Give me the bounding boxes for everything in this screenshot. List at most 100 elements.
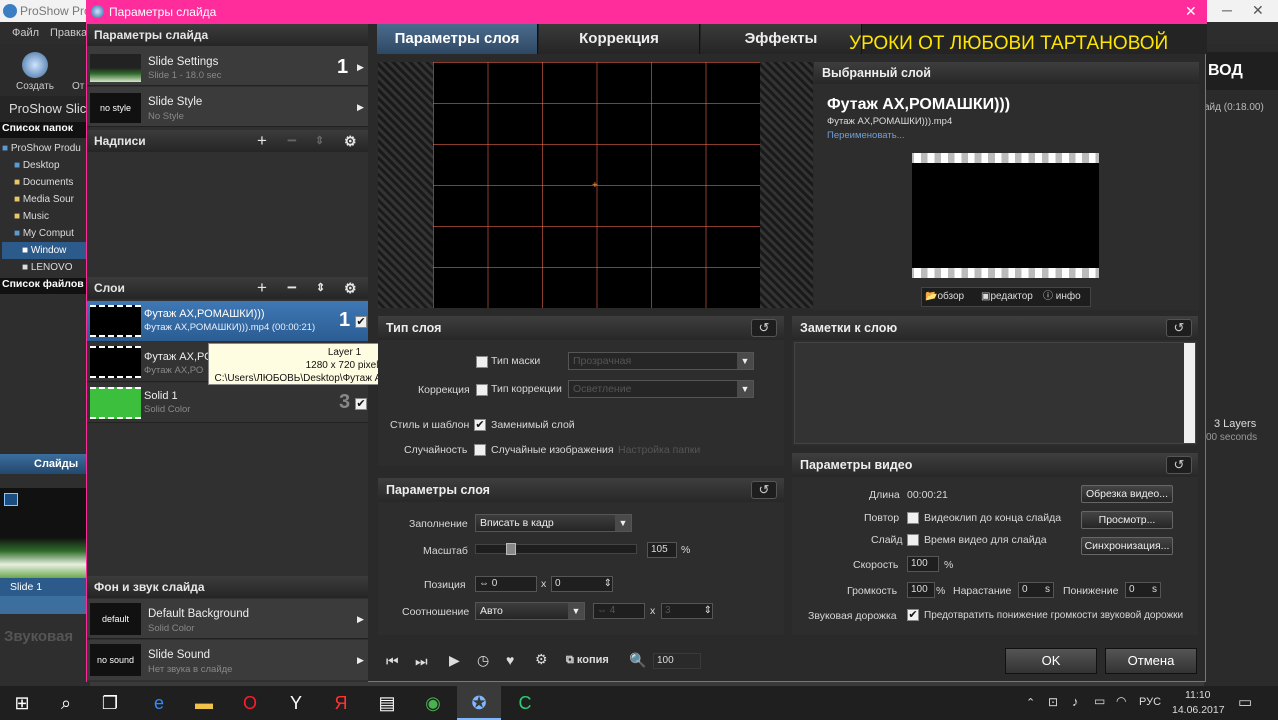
fill-select[interactable]: Вписать в кадр ▼ — [475, 514, 632, 532]
layer-visible-checkbox[interactable]: ✔ — [355, 316, 367, 328]
folder-item[interactable]: ■ Media Sour — [2, 191, 90, 208]
reset-icon[interactable]: ↺ — [1166, 319, 1192, 337]
play-icon[interactable]: ▶ — [449, 652, 460, 669]
scale-input[interactable]: 105 — [647, 542, 677, 558]
replaceable-checkbox[interactable]: ✔ — [474, 419, 486, 431]
fadeout-input[interactable]: 0s — [1125, 582, 1161, 598]
position-y-input[interactable]: 0 ⇕ — [551, 576, 613, 592]
yandex-icon[interactable]: Я — [319, 686, 363, 720]
scale-slider-thumb[interactable] — [506, 543, 516, 555]
ratio-w-input[interactable]: ⇔ 4 — [593, 603, 645, 619]
tray-volume-icon[interactable]: ♪ — [1072, 694, 1079, 709]
tray-network-icon[interactable]: ⊡ — [1048, 695, 1058, 709]
task-view-icon[interactable]: ❐ — [88, 686, 132, 720]
ratio-h-input[interactable]: 3 ⇕ — [661, 603, 713, 619]
previous-slide-icon[interactable]: ⏮ — [386, 653, 399, 670]
folder-item[interactable]: ■ My Comput — [2, 225, 90, 242]
editor-button[interactable]: ▣редактор — [981, 288, 1033, 306]
trim-video-button[interactable]: Обрезка видео... — [1081, 485, 1173, 503]
remove-layer-icon[interactable]: − — [287, 277, 297, 299]
mask-type-select[interactable]: Прозрачная ▼ — [568, 352, 754, 370]
create-icon[interactable] — [22, 52, 48, 78]
remove-caption-icon[interactable]: − — [287, 130, 297, 152]
zoom-input[interactable]: 100 — [653, 653, 701, 669]
random-checkbox[interactable] — [474, 444, 486, 456]
timer-icon[interactable]: ◷ — [477, 652, 489, 669]
add-layer-icon[interactable]: + — [257, 277, 267, 299]
tab-correction[interactable]: Коррекция — [539, 24, 700, 54]
zoom-icon[interactable]: 🔍 — [629, 652, 646, 669]
copy-button[interactable]: ⧉ копия — [566, 654, 609, 667]
clock-time[interactable]: 11:10 — [1185, 689, 1211, 701]
reset-icon[interactable]: ↺ — [751, 319, 777, 337]
ratio-select[interactable]: Авто ▼ — [475, 602, 585, 620]
close-icon[interactable]: ✕ — [1252, 2, 1264, 19]
reorder-icon[interactable]: ⇕ — [315, 130, 324, 152]
gear-icon[interactable]: ⚙ — [344, 277, 357, 299]
close-icon[interactable]: ✕ — [1185, 3, 1197, 20]
gear-icon[interactable]: ⚙ — [535, 651, 548, 668]
slide-settings-row[interactable]: Slide Settings Slide 1 - 18.0 sec 1 ▶ — [87, 46, 368, 86]
correction-type-select[interactable]: Осветление ▼ — [568, 380, 754, 398]
chevron-right-icon[interactable]: ▶ — [357, 62, 364, 73]
background-row[interactable]: default Default Background Solid Color ▶ — [87, 599, 368, 639]
reset-icon[interactable]: ↺ — [1166, 456, 1192, 474]
layer-row-1[interactable]: Футаж АХ,РОМАШКИ))) Футаж АХ,РОМАШКИ))).… — [87, 301, 368, 341]
folder-item[interactable]: ■ Desktop — [2, 157, 90, 174]
folder-settings-link[interactable]: Настройка папки — [618, 444, 700, 456]
menu-edit[interactable]: Правка — [50, 27, 87, 39]
sound-row[interactable]: no sound Slide Sound Нет звука в слайде … — [87, 640, 368, 680]
track-checkbox[interactable]: ✔ — [907, 609, 919, 621]
tab-effects[interactable]: Эффекты — [701, 24, 862, 54]
camtasia-icon[interactable]: C — [503, 686, 547, 720]
speed-input[interactable]: 100 — [907, 556, 939, 572]
chevron-right-icon[interactable]: ▶ — [357, 655, 364, 666]
tab-layer-params[interactable]: Параметры слоя — [377, 24, 538, 54]
notes-app-icon[interactable]: ▤ — [365, 686, 409, 720]
tray-chevron-icon[interactable]: ⌃ — [1026, 696, 1035, 709]
chevron-right-icon[interactable]: ▶ — [357, 614, 364, 625]
center-crosshair-icon[interactable]: + — [592, 180, 598, 191]
proshow-taskbar-icon[interactable]: ✪ — [457, 686, 501, 720]
preview-canvas[interactable]: + — [433, 62, 760, 308]
folder-item[interactable]: ■ ProShow Produ — [2, 140, 90, 157]
sync-button[interactable]: Синхронизация... — [1081, 537, 1173, 555]
language-indicator[interactable]: РУС — [1139, 696, 1161, 708]
file-explorer-icon[interactable]: ▬ — [182, 686, 226, 720]
fadein-input[interactable]: 0s — [1018, 582, 1054, 598]
rename-link[interactable]: Переименовать... — [827, 130, 905, 141]
menu-file[interactable]: Файл — [12, 27, 39, 39]
notes-textarea[interactable] — [794, 342, 1196, 444]
folder-item[interactable]: ■ Documents — [2, 174, 90, 191]
tray-wifi-icon[interactable]: ◠ — [1116, 694, 1126, 708]
folder-item[interactable]: ■ LENOVO — [2, 259, 90, 276]
correction-checkbox[interactable] — [476, 384, 488, 396]
notifications-icon[interactable]: ▭ — [1238, 693, 1252, 711]
slides-tab[interactable]: Слайды — [0, 454, 90, 474]
slide-style-row[interactable]: no style Slide Style No Style ▶ — [87, 87, 368, 127]
search-icon[interactable]: ⌕ — [44, 686, 88, 720]
repeat-checkbox[interactable] — [907, 512, 919, 524]
heart-icon[interactable]: ♥ — [506, 652, 514, 668]
position-x-input[interactable]: ⇔ 0 — [475, 576, 537, 592]
mask-checkbox[interactable] — [476, 356, 488, 368]
gear-icon[interactable]: ⚙ — [344, 130, 357, 152]
windows-start-icon[interactable]: ⊞ — [0, 686, 44, 720]
clock-date[interactable]: 14.06.2017 — [1172, 704, 1225, 716]
reset-icon[interactable]: ↺ — [751, 481, 777, 499]
preview-button[interactable]: Просмотр... — [1081, 511, 1173, 529]
add-caption-icon[interactable]: + — [257, 130, 267, 152]
cancel-button[interactable]: Отмена — [1105, 648, 1197, 674]
chevron-right-icon[interactable]: ▶ — [357, 102, 364, 113]
folder-item[interactable]: ■ Music — [2, 208, 90, 225]
preview-area[interactable]: + — [378, 62, 813, 308]
yandex-browser-icon[interactable]: Y — [274, 686, 318, 720]
layer-visible-checkbox[interactable]: ✔ — [355, 398, 367, 410]
notes-scrollbar[interactable] — [1184, 343, 1195, 443]
browse-button[interactable]: 📂обзор — [925, 288, 964, 306]
edge-icon[interactable]: e — [137, 686, 181, 720]
minimize-icon[interactable]: ─ — [1222, 2, 1232, 18]
reorder-icon[interactable]: ⇕ — [316, 277, 325, 299]
next-slide-icon[interactable]: ⏭ — [415, 653, 428, 670]
folder-item[interactable]: ■ Window — [2, 242, 90, 259]
